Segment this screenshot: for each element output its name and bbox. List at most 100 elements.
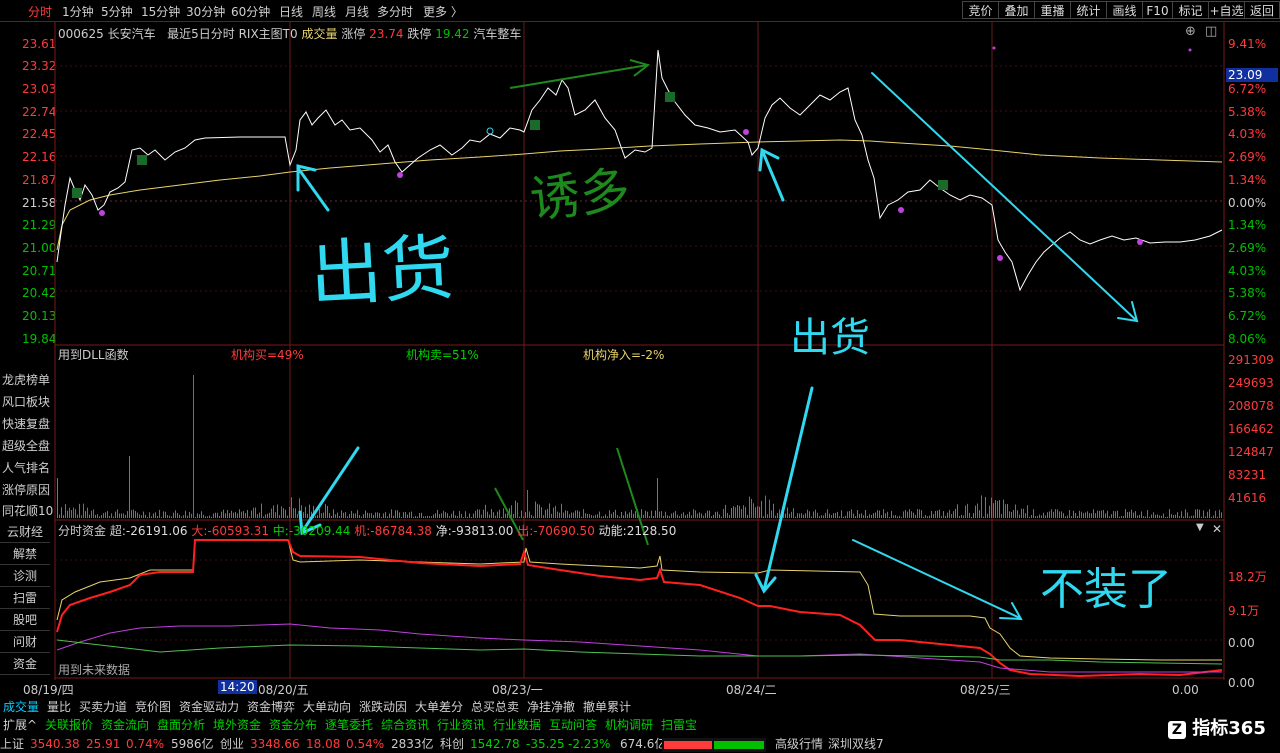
volume-bar <box>1075 513 1076 518</box>
volume-bar <box>395 510 396 518</box>
volume-bar <box>283 508 284 518</box>
volume-bar <box>609 510 610 518</box>
tab-expand[interactable]: 扩展^ <box>3 717 37 734</box>
volume-bar <box>1139 514 1140 518</box>
volume-tick: 291309 <box>1228 353 1274 367</box>
side-item-super-panel[interactable]: 超级全盘 <box>2 437 50 454</box>
side-item-popularity[interactable]: 人气排名 <box>2 459 50 476</box>
twin-line-label[interactable]: 深圳双线7 <box>828 736 884 753</box>
volume-bar <box>1003 499 1004 518</box>
index3-value: 1542.78 <box>470 737 520 751</box>
tab-mine-scan[interactable]: 扫雷宝 <box>661 717 697 734</box>
side-item-hot-sector[interactable]: 风口板块 <box>2 393 50 410</box>
tab-tick-order[interactable]: 逐笔委托 <box>325 717 373 734</box>
volume-bar <box>523 516 524 518</box>
volume-bar <box>263 516 264 518</box>
volume-bar <box>409 512 410 518</box>
volume-bar <box>171 516 172 518</box>
volume-bar <box>233 512 234 518</box>
tab-net-order[interactable]: 净挂净撤 <box>527 699 575 716</box>
tab-big-order-diff[interactable]: 大单差分 <box>415 699 463 716</box>
volume-bar <box>361 516 362 518</box>
volume-bar <box>903 511 904 518</box>
tab-buy-sell-power[interactable]: 买卖力道 <box>79 699 127 716</box>
volume-bar <box>369 513 370 518</box>
tab-foreign-fund[interactable]: 境外资金 <box>213 717 261 734</box>
tab-fund-drive[interactable]: 资金驱动力 <box>179 699 239 716</box>
tab-fund-distribution[interactable]: 资金分布 <box>269 717 317 734</box>
tab-fund-game[interactable]: 资金博弈 <box>247 699 295 716</box>
volume-bar <box>881 515 882 518</box>
volume-bar <box>793 508 794 518</box>
volume-bar <box>333 509 334 518</box>
volume-bar <box>235 511 236 518</box>
index1-name[interactable]: 上证 <box>0 736 24 753</box>
fund-close-icon[interactable]: ✕ <box>1212 522 1222 536</box>
volume-bar <box>775 515 776 518</box>
tab-industry-data[interactable]: 行业数据 <box>493 717 541 734</box>
tab-qa[interactable]: 互动问答 <box>549 717 597 734</box>
volume-bar <box>655 510 656 518</box>
side-item-forum[interactable]: 股吧 <box>0 610 50 631</box>
side-item-quick-review[interactable]: 快速复盘 <box>2 415 50 432</box>
fund-menu-icon[interactable]: ▼ <box>1196 522 1204 533</box>
side-item-unlock[interactable]: 解禁 <box>0 544 50 565</box>
side-item-fund[interactable]: 资金 <box>0 654 50 675</box>
volume-bar <box>647 511 648 518</box>
tab-news[interactable]: 综合资讯 <box>381 717 429 734</box>
tab-volume-ratio[interactable]: 量比 <box>47 699 71 716</box>
volume-bar <box>351 510 352 518</box>
side-item-dragon-tiger[interactable]: 龙虎榜单 <box>2 371 50 388</box>
volume-bar <box>839 516 840 518</box>
volume-bar <box>739 505 740 518</box>
volume-bar <box>1037 516 1038 518</box>
volume-bar <box>851 509 852 518</box>
volume-bar <box>531 514 532 518</box>
volume-bar <box>1125 509 1126 518</box>
volume-bar <box>623 515 624 518</box>
volume-bar <box>425 516 426 518</box>
volume-bar <box>1221 512 1222 518</box>
volume-bar <box>549 503 550 518</box>
volume-bar <box>925 515 926 518</box>
volume-bar <box>137 512 138 518</box>
tab-inst-research[interactable]: 机构调研 <box>605 717 653 734</box>
side-item-minesweep[interactable]: 扫雷 <box>0 588 50 609</box>
volume-bar <box>1177 512 1178 518</box>
volume-tick: 124847 <box>1228 445 1274 459</box>
volume-bar <box>791 511 792 518</box>
side-item-ths10[interactable]: 同花顺10 <box>2 502 53 519</box>
volume-bar <box>173 512 174 518</box>
tab-related-quote[interactable]: 关联报价 <box>45 717 93 734</box>
tab-industry-news[interactable]: 行业资讯 <box>437 717 485 734</box>
volume-bar <box>997 500 998 518</box>
volume-bar <box>191 513 192 518</box>
side-item-ask[interactable]: 问财 <box>0 632 50 653</box>
tab-total-buy-sell[interactable]: 总买总卖 <box>471 699 519 716</box>
index3-name[interactable]: 科创 <box>440 736 464 753</box>
signal-marker <box>72 188 82 198</box>
side-item-cloud-finance[interactable]: 云财经 <box>0 522 50 543</box>
volume-bar <box>97 514 98 518</box>
tab-cancel-total[interactable]: 撤单累计 <box>583 699 631 716</box>
tab-market-analysis[interactable]: 盘面分析 <box>157 717 205 734</box>
volume-bar <box>387 516 388 518</box>
tab-rise-fall-cause[interactable]: 涨跌动因 <box>359 699 407 716</box>
volume-bar <box>1199 509 1200 518</box>
volume-bar <box>487 511 488 518</box>
market-label[interactable]: 高级行情 <box>775 736 823 753</box>
tab-auction-chart[interactable]: 竞价图 <box>135 699 171 716</box>
side-item-diagnose[interactable]: 诊测 <box>0 566 50 587</box>
side-item-limit-reason[interactable]: 涨停原因 <box>2 481 50 498</box>
side-menu-2: 云财经 解禁 诊测 扫雷 股吧 问财 资金 <box>0 522 55 678</box>
volume-bar <box>813 511 814 518</box>
tab-big-order[interactable]: 大单动向 <box>303 699 351 716</box>
volume-bar <box>267 513 268 518</box>
volume-bar <box>857 510 858 518</box>
tab-fund-flow[interactable]: 资金流向 <box>101 717 149 734</box>
volume-bar <box>227 509 228 518</box>
volume-bar <box>1001 514 1002 518</box>
index2-name[interactable]: 创业 <box>220 736 244 753</box>
volume-bar <box>675 510 676 518</box>
tab-volume[interactable]: 成交量 <box>3 699 39 716</box>
